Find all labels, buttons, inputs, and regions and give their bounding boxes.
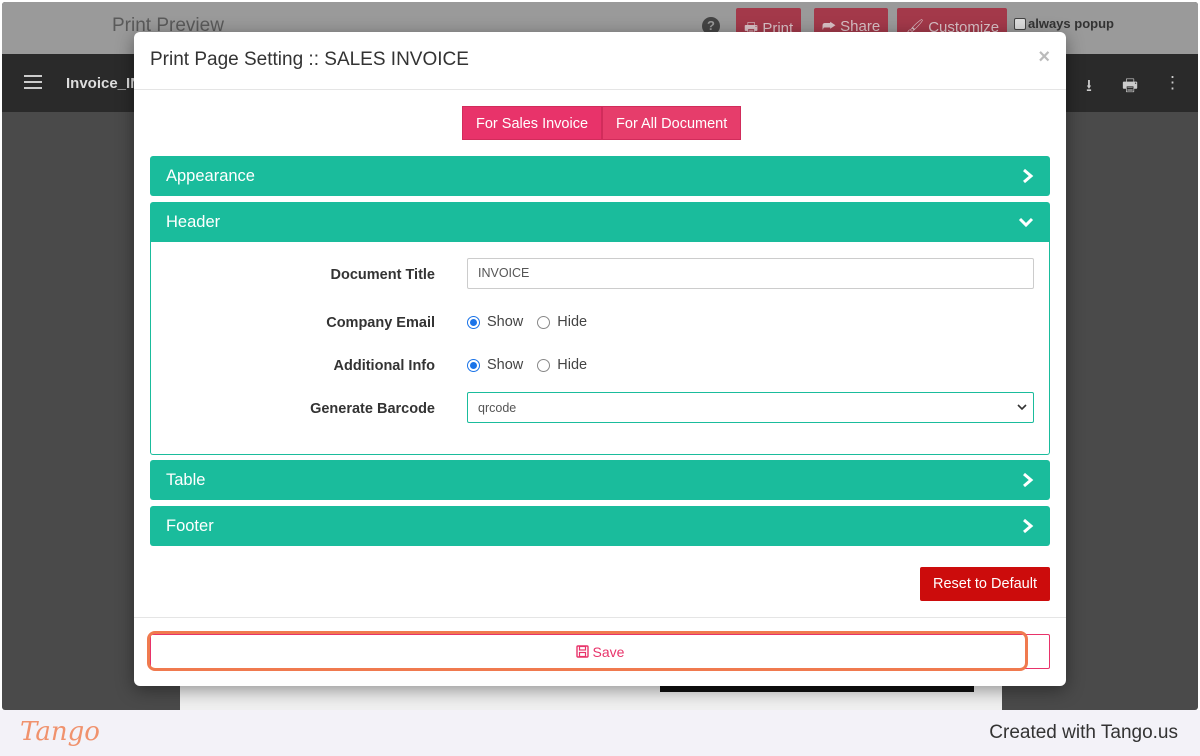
chevron-down-icon — [1017, 404, 1027, 411]
tab-for-sales-invoice[interactable]: For Sales Invoice — [462, 106, 603, 140]
generate-barcode-select[interactable]: qrcode — [467, 392, 1034, 423]
print-icon: 🖶 — [1122, 76, 1139, 95]
tango-logo: Tango — [20, 717, 100, 747]
pdf-filename: Invoice_IN — [66, 75, 142, 92]
footer-panel-title: Footer — [166, 516, 214, 535]
company-email-radio-group: Show Hide — [467, 314, 601, 330]
menu-icon — [24, 75, 42, 89]
company-email-hide-radio[interactable] — [537, 315, 551, 329]
document-title-input[interactable]: INVOICE — [467, 258, 1034, 289]
footer-divider — [134, 617, 1066, 618]
modal-header: Print Page Setting :: SALES INVOICE × — [134, 32, 1066, 90]
appearance-panel[interactable]: Appearance — [150, 156, 1050, 196]
table-panel-title: Table — [166, 470, 206, 489]
additional-info-hide-radio[interactable] — [537, 358, 551, 372]
company-email-show-radio[interactable] — [467, 315, 480, 329]
checkbox-box — [1014, 17, 1026, 30]
tab-for-all-document[interactable]: For All Document — [602, 106, 742, 140]
chevron-right-icon — [1023, 472, 1034, 488]
chevron-right-icon — [1023, 518, 1034, 534]
save-label: Save — [592, 643, 625, 660]
generate-barcode-value: qrcode — [478, 401, 517, 415]
save-button[interactable]: Save — [150, 634, 1050, 669]
additional-info-radio-group: Show Hide — [467, 357, 601, 373]
header-panel[interactable]: Header — [150, 202, 1050, 242]
chevron-right-icon — [1023, 168, 1034, 184]
reset-to-default-button[interactable]: Reset to Default — [920, 567, 1050, 601]
always-popup-checkbox: always popup — [1014, 16, 1114, 31]
save-icon — [575, 645, 589, 658]
company-email-show-label: Show — [487, 314, 524, 330]
modal-title: Print Page Setting :: SALES INVOICE — [150, 49, 469, 70]
header-panel-body: Document Title INVOICE Company Email Sho… — [150, 242, 1050, 455]
generate-barcode-label: Generate Barcode — [310, 401, 435, 417]
pdf-page-content — [660, 686, 974, 692]
tango-footer: Tango Created with Tango.us — [0, 710, 1200, 756]
additional-info-hide-label: Hide — [557, 357, 588, 373]
additional-info-label: Additional Info — [333, 358, 435, 374]
scope-tabs: For Sales Invoice For All Document — [462, 106, 742, 140]
tango-credit: Created with Tango.us — [989, 722, 1178, 743]
additional-info-show-label: Show — [487, 357, 524, 373]
table-panel[interactable]: Table — [150, 460, 1050, 500]
additional-info-show-radio[interactable] — [467, 358, 480, 372]
appearance-panel-title: Appearance — [166, 166, 255, 185]
chevron-down-icon — [1018, 217, 1034, 228]
document-title-label: Document Title — [330, 267, 435, 283]
company-email-label: Company Email — [326, 315, 435, 331]
close-icon[interactable]: × — [1038, 46, 1050, 69]
download-icon: ⭳ — [1086, 76, 1092, 95]
more-icon: ⋮ — [1164, 73, 1181, 92]
header-panel-title: Header — [166, 212, 221, 231]
company-email-hide-label: Hide — [557, 314, 588, 330]
footer-panel[interactable]: Footer — [150, 506, 1050, 546]
print-settings-modal: Print Page Setting :: SALES INVOICE × Fo… — [134, 32, 1066, 686]
